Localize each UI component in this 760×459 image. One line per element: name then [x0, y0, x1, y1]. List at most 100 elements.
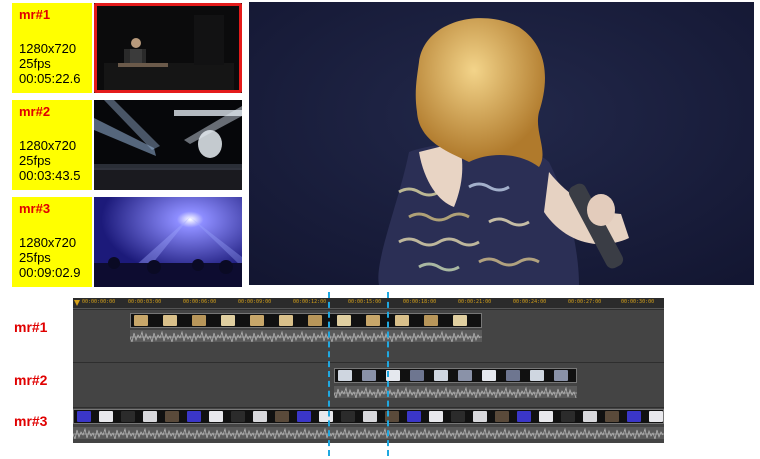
clip-card-mr1[interactable]: mr#1 1280x720 25fps 00:05:22.6	[12, 3, 242, 93]
clip-frame	[362, 370, 376, 381]
clip-duration: 00:09:02.9	[19, 265, 81, 280]
clip-frame	[319, 411, 333, 422]
track-label-mr3: mr#3	[14, 413, 48, 429]
ruler-tick: 00:00:06:00	[183, 299, 217, 305]
ruler-tick: 00:00:27:00	[568, 299, 602, 305]
clip-frame	[583, 411, 597, 422]
clip-frame	[429, 411, 443, 422]
clip-frame	[209, 411, 223, 422]
clip-meta: 1280x720 25fps 00:05:22.6	[19, 41, 80, 86]
clip-frame	[121, 411, 135, 422]
clip-thumbnail[interactable]	[94, 197, 242, 287]
clip-frame	[627, 411, 641, 422]
clip-info: mr#3 1280x720 25fps 00:09:02.9	[12, 197, 92, 287]
clip-meta: 1280x720 25fps 00:03:43.5	[19, 138, 80, 183]
clip-frame	[77, 411, 91, 422]
clip-name: mr#2	[19, 104, 51, 119]
clip-resolution: 1280x720	[19, 41, 77, 56]
clip-frame	[458, 370, 472, 381]
clip-frame	[338, 370, 352, 381]
clip-info: mr#2 1280x720 25fps 00:03:43.5	[12, 100, 92, 190]
clip-frame	[337, 315, 351, 326]
clip-frame	[366, 315, 380, 326]
clip-frame	[275, 411, 289, 422]
clip-frame	[506, 370, 520, 381]
clip-frame	[407, 411, 421, 422]
clip-frame	[561, 411, 575, 422]
timeline-panel[interactable]: 00:00:00:00 00:00:03:00 00:00:06:00 00:0…	[73, 298, 664, 443]
clip-frame	[554, 370, 568, 381]
clip-duration: 00:05:22.6	[19, 71, 81, 86]
clip-frame	[192, 315, 206, 326]
ruler-tick: 00:00:30:00	[621, 299, 655, 305]
audio-clip-mr1[interactable]	[130, 330, 482, 342]
audio-clip-mr2[interactable]	[334, 386, 577, 398]
clip-frame	[279, 315, 293, 326]
clip-frame	[453, 315, 467, 326]
clip-frame	[143, 411, 157, 422]
timeline-track-mr2[interactable]	[73, 362, 664, 407]
clip-frame	[253, 411, 267, 422]
clip-thumbnail[interactable]	[94, 100, 242, 190]
clip-name: mr#1	[19, 7, 51, 22]
ruler-tick: 00:00:21:00	[458, 299, 492, 305]
sync-marker-line	[328, 292, 330, 456]
timeline-track-mr3[interactable]	[73, 407, 664, 443]
track-label-mr2: mr#2	[14, 372, 48, 388]
clip-fps: 25fps	[19, 56, 51, 71]
ruler-tick: 00:00:03:00	[128, 299, 162, 305]
clip-fps: 25fps	[19, 250, 51, 265]
clip-frame	[649, 411, 663, 422]
clip-frame	[187, 411, 201, 422]
clip-frame	[363, 411, 377, 422]
clip-frame	[165, 411, 179, 422]
clip-frame	[231, 411, 245, 422]
clip-frame	[451, 411, 465, 422]
clip-frame	[539, 411, 553, 422]
timeline-ruler[interactable]: 00:00:00:00 00:00:03:00 00:00:06:00 00:0…	[73, 298, 664, 309]
clip-frame	[530, 370, 544, 381]
ruler-tick: 00:00:12:00	[293, 299, 327, 305]
selection-frame	[94, 3, 242, 93]
clip-frame	[297, 411, 311, 422]
clip-frame	[517, 411, 531, 422]
video-clip-mr3[interactable]	[73, 409, 664, 424]
video-preview[interactable]	[249, 2, 754, 285]
clip-resolution: 1280x720	[19, 138, 77, 153]
clip-frame	[495, 411, 509, 422]
clip-fps: 25fps	[19, 153, 51, 168]
clip-thumbnail[interactable]	[94, 3, 242, 93]
ruler-tick: 00:00:24:00	[513, 299, 547, 305]
clip-frame	[605, 411, 619, 422]
sync-marker-line	[387, 292, 389, 456]
clip-frame	[395, 315, 409, 326]
ruler-tick: 00:00:18:00	[403, 299, 437, 305]
timeline-track-mr1[interactable]	[73, 309, 664, 362]
track-label-mr1: mr#1	[14, 319, 48, 335]
clip-frame	[341, 411, 355, 422]
clip-card-mr3[interactable]: mr#3 1280x720 25fps 00:09:02.9	[12, 197, 242, 287]
clip-meta: 1280x720 25fps 00:09:02.9	[19, 235, 80, 280]
clip-card-mr2[interactable]: mr#2 1280x720 25fps 00:03:43.5	[12, 100, 242, 190]
video-clip-mr2[interactable]	[334, 368, 577, 383]
clip-frame	[410, 370, 424, 381]
playhead-icon[interactable]	[74, 300, 80, 306]
clip-resolution: 1280x720	[19, 235, 77, 250]
clip-frame	[99, 411, 113, 422]
ruler-tick: 00:00:15:00	[348, 299, 382, 305]
ruler-tick: 00:00:00:00	[82, 299, 116, 305]
ruler-tick: 00:00:09:00	[238, 299, 272, 305]
clip-name: mr#3	[19, 201, 51, 216]
clip-duration: 00:03:43.5	[19, 168, 81, 183]
clip-frame	[134, 315, 148, 326]
clip-frame	[221, 315, 235, 326]
video-clip-mr1[interactable]	[130, 313, 482, 328]
clip-info: mr#1 1280x720 25fps 00:05:22.6	[12, 3, 92, 93]
clip-frame	[163, 315, 177, 326]
clip-frame	[308, 315, 322, 326]
audio-clip-mr3[interactable]	[73, 427, 664, 439]
clip-frame	[250, 315, 264, 326]
clip-frame	[434, 370, 448, 381]
clip-frame	[482, 370, 496, 381]
clip-frame	[473, 411, 487, 422]
